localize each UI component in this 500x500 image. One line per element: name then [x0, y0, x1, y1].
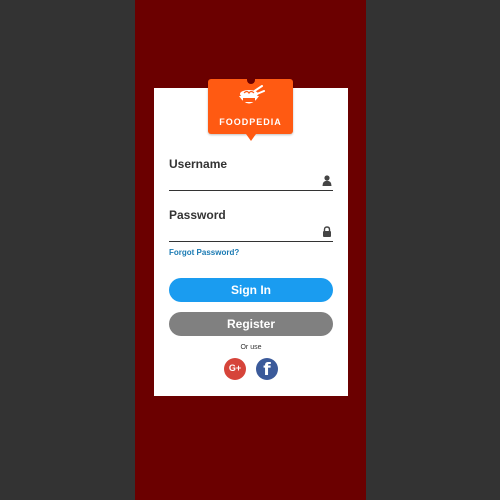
brand-logo: FOODPEDIA: [208, 78, 293, 141]
user-icon: [322, 175, 332, 186]
lock-icon: [323, 226, 331, 237]
password-input[interactable]: [169, 224, 317, 240]
username-input[interactable]: [169, 173, 317, 189]
or-use-label: Or use: [240, 344, 262, 351]
forgot-password-link[interactable]: Forgot Password?: [169, 248, 239, 257]
password-underline: [169, 241, 333, 242]
google-plus-icon: G+: [228, 363, 242, 373]
register-button[interactable]: Register: [169, 312, 333, 336]
noodle-bowl-chopsticks-icon: [239, 85, 265, 104]
facebook-button[interactable]: f: [256, 358, 278, 380]
brand-name: FOODPEDIA: [219, 117, 282, 127]
sign-in-button[interactable]: Sign In: [169, 278, 333, 302]
password-label: Password: [169, 208, 226, 222]
logo-notch: [247, 78, 255, 84]
facebook-icon: f: [263, 360, 271, 380]
google-plus-button[interactable]: G+: [224, 358, 246, 380]
username-underline: [169, 190, 333, 191]
username-label: Username: [169, 157, 228, 171]
